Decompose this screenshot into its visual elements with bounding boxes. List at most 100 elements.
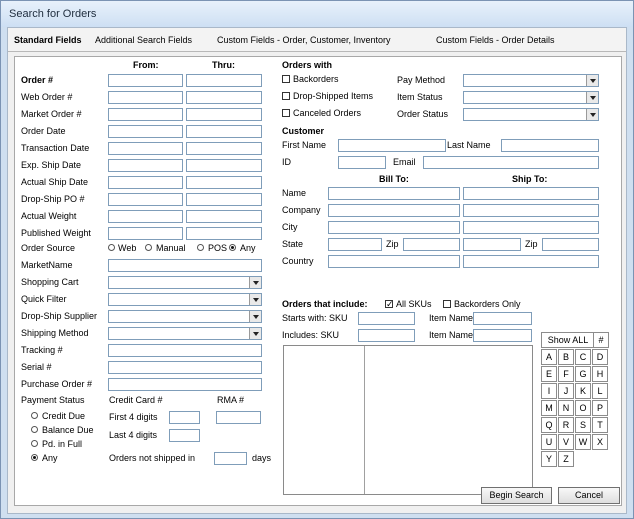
begin-search-button[interactable]: Begin Search xyxy=(481,487,552,504)
actual-ship-date-from-input[interactable] xyxy=(108,176,183,189)
quick-filter-select[interactable] xyxy=(108,293,262,306)
transaction-date-thru-input[interactable] xyxy=(186,142,262,155)
bill-country-input[interactable] xyxy=(328,255,460,268)
payment-paid-in-full-radio[interactable] xyxy=(31,440,38,447)
actual-weight-from-input[interactable] xyxy=(108,210,183,223)
letter-q-button[interactable]: Q xyxy=(541,417,557,433)
order-source-any-radio[interactable] xyxy=(229,244,236,251)
ship-state-input[interactable] xyxy=(463,238,521,251)
order-thru-input[interactable] xyxy=(186,74,262,87)
letter-m-button[interactable]: M xyxy=(541,400,557,416)
web-order-thru-input[interactable] xyxy=(186,91,262,104)
order-source-web-radio[interactable] xyxy=(108,244,115,251)
pay-method-dropdown-icon[interactable] xyxy=(586,75,598,86)
all-skus-checkbox[interactable]: ✓ xyxy=(385,300,394,309)
letter-s-button[interactable]: S xyxy=(575,417,591,433)
drop-ship-po-thru-input[interactable] xyxy=(186,193,262,206)
cancel-button[interactable]: Cancel xyxy=(558,487,620,504)
shopping-cart-select[interactable] xyxy=(108,276,262,289)
letter-p-button[interactable]: P xyxy=(592,400,608,416)
order-source-manual-radio[interactable] xyxy=(145,244,152,251)
bill-company-input[interactable] xyxy=(328,204,460,217)
exp-ship-date-thru-input[interactable] xyxy=(186,159,262,172)
shopping-cart-dropdown-icon[interactable] xyxy=(249,277,261,288)
marketname-input[interactable] xyxy=(108,259,262,272)
tracking-input[interactable] xyxy=(108,344,262,357)
includes-sku-input[interactable] xyxy=(358,329,415,342)
letter-x-button[interactable]: X xyxy=(592,434,608,450)
drop-ship-supplier-select[interactable] xyxy=(108,310,262,323)
bill-zip-input[interactable] xyxy=(403,238,460,251)
exp-ship-date-from-input[interactable] xyxy=(108,159,183,172)
drop-shipped-items-checkbox[interactable] xyxy=(282,92,290,100)
letter-f-button[interactable]: F xyxy=(558,366,574,382)
hash-button[interactable]: # xyxy=(593,332,609,348)
letter-t-button[interactable]: T xyxy=(592,417,608,433)
order-date-thru-input[interactable] xyxy=(186,125,262,138)
last-4-digits-input[interactable] xyxy=(169,429,200,442)
tab-custom-fields-order-details[interactable]: Custom Fields - Order Details xyxy=(436,35,555,45)
actual-ship-date-thru-input[interactable] xyxy=(186,176,262,189)
letter-n-button[interactable]: N xyxy=(558,400,574,416)
purchase-order-input[interactable] xyxy=(108,378,262,391)
starts-item-name-input[interactable] xyxy=(473,312,532,325)
ship-zip-input[interactable] xyxy=(542,238,599,251)
letter-d-button[interactable]: D xyxy=(592,349,608,365)
item-status-select[interactable] xyxy=(463,91,599,104)
ship-company-input[interactable] xyxy=(463,204,599,217)
last-name-input[interactable] xyxy=(501,139,599,152)
letter-c-button[interactable]: C xyxy=(575,349,591,365)
rma-input[interactable] xyxy=(216,411,261,424)
payment-credit-due-radio[interactable] xyxy=(31,412,38,419)
published-weight-thru-input[interactable] xyxy=(186,227,262,240)
tab-additional-search-fields[interactable]: Additional Search Fields xyxy=(95,35,192,45)
letter-a-button[interactable]: A xyxy=(541,349,557,365)
show-all-button[interactable]: Show ALL xyxy=(541,332,595,348)
letter-w-button[interactable]: W xyxy=(575,434,591,450)
backorders-only-checkbox[interactable] xyxy=(443,300,451,308)
item-status-dropdown-icon[interactable] xyxy=(586,92,598,103)
bill-state-input[interactable] xyxy=(328,238,382,251)
includes-item-name-input[interactable] xyxy=(473,329,532,342)
letter-g-button[interactable]: G xyxy=(575,366,591,382)
drop-ship-po-from-input[interactable] xyxy=(108,193,183,206)
pay-method-select[interactable] xyxy=(463,74,599,87)
letter-r-button[interactable]: R xyxy=(558,417,574,433)
sku-list[interactable] xyxy=(283,345,533,495)
bill-city-input[interactable] xyxy=(328,221,460,234)
letter-b-button[interactable]: B xyxy=(558,349,574,365)
bill-name-input[interactable] xyxy=(328,187,460,200)
letter-o-button[interactable]: O xyxy=(575,400,591,416)
order-from-input[interactable] xyxy=(108,74,183,87)
letter-e-button[interactable]: E xyxy=(541,366,557,382)
market-order-from-input[interactable] xyxy=(108,108,183,121)
letter-y-button[interactable]: Y xyxy=(541,451,557,467)
customer-id-input[interactable] xyxy=(338,156,386,169)
published-weight-from-input[interactable] xyxy=(108,227,183,240)
tab-standard-fields[interactable]: Standard Fields xyxy=(14,35,82,45)
shipping-method-dropdown-icon[interactable] xyxy=(249,328,261,339)
order-status-select[interactable] xyxy=(463,108,599,121)
ship-city-input[interactable] xyxy=(463,221,599,234)
first-4-digits-input[interactable] xyxy=(169,411,200,424)
letter-k-button[interactable]: K xyxy=(575,383,591,399)
letter-h-button[interactable]: H xyxy=(592,366,608,382)
days-not-shipped-input[interactable] xyxy=(214,452,247,465)
market-order-thru-input[interactable] xyxy=(186,108,262,121)
order-source-pos-radio[interactable] xyxy=(197,244,204,251)
canceled-orders-checkbox[interactable] xyxy=(282,109,290,117)
letter-l-button[interactable]: L xyxy=(592,383,608,399)
letter-v-button[interactable]: V xyxy=(558,434,574,450)
ship-country-input[interactable] xyxy=(463,255,599,268)
shipping-method-select[interactable] xyxy=(108,327,262,340)
order-date-from-input[interactable] xyxy=(108,125,183,138)
web-order-from-input[interactable] xyxy=(108,91,183,104)
letter-i-button[interactable]: I xyxy=(541,383,557,399)
email-input[interactable] xyxy=(423,156,599,169)
serial-input[interactable] xyxy=(108,361,262,374)
letter-u-button[interactable]: U xyxy=(541,434,557,450)
starts-with-sku-input[interactable] xyxy=(358,312,415,325)
transaction-date-from-input[interactable] xyxy=(108,142,183,155)
letter-j-button[interactable]: J xyxy=(558,383,574,399)
payment-balance-due-radio[interactable] xyxy=(31,426,38,433)
